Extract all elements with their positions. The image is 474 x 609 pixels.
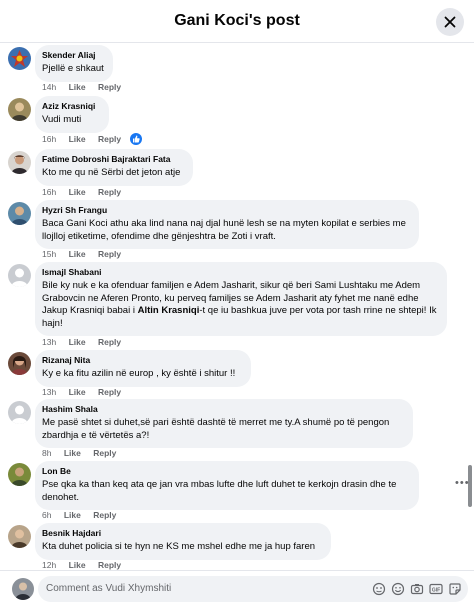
close-icon: [444, 16, 456, 28]
comment-bubble: Aziz Krasniqi Vudi muti: [35, 96, 109, 133]
like-button[interactable]: Like: [64, 448, 81, 458]
composer-tools: GIF: [372, 582, 462, 596]
comment-input-placeholder: Comment as Vudi Xhymshiti: [46, 583, 172, 594]
comment-actions: 13h Like Reply: [42, 337, 131, 347]
comment-actions: 16h Like Reply: [42, 187, 131, 197]
comment-time[interactable]: 14h: [42, 82, 56, 92]
comment-time[interactable]: 6h: [42, 510, 51, 520]
comment-author[interactable]: Hyzri Sh Frangu: [42, 205, 412, 216]
svg-text:GIF: GIF: [432, 588, 440, 594]
mention-link[interactable]: Altin Krasniqi: [138, 305, 200, 316]
post-title: Gani Koci's post: [174, 12, 300, 29]
comment-text: Pjellë e shkaut: [42, 63, 104, 74]
comment-text: Bile ky nuk e ka ofenduar familjen e Ade…: [42, 280, 440, 330]
comment-time[interactable]: 15h: [42, 249, 56, 259]
comment-list[interactable]: Skender Aliaj Pjellë e shkaut 14h Like R…: [0, 43, 474, 570]
comment-bubble: Ismajl Shabani Bile ky nuk e ka ofenduar…: [35, 262, 447, 336]
reply-button[interactable]: Reply: [98, 134, 121, 144]
reply-button[interactable]: Reply: [98, 82, 121, 92]
like-button[interactable]: Like: [69, 187, 86, 197]
comment-actions: 15h Like Reply: [42, 249, 131, 259]
comment-time[interactable]: 12h: [42, 560, 56, 570]
comment-text: Kta duhet policia si te hyn ne KS me msh…: [42, 541, 316, 552]
like-button[interactable]: Like: [64, 510, 81, 520]
comment-bubble: Besnik Hajdari Kta duhet policia si te h…: [35, 523, 331, 560]
like-reaction-badge[interactable]: [130, 133, 142, 145]
emoji-icon[interactable]: [391, 582, 405, 596]
comment-author[interactable]: Rizanaj Nita: [42, 355, 244, 366]
comment-time[interactable]: 16h: [42, 134, 56, 144]
like-button[interactable]: Like: [69, 82, 86, 92]
like-button[interactable]: Like: [69, 249, 86, 259]
like-button[interactable]: Like: [69, 560, 86, 570]
reply-button[interactable]: Reply: [93, 448, 116, 458]
comment-text: Kto me qu në Sërbi det jeton atje: [42, 167, 181, 178]
comment-bubble: Hyzri Sh Frangu Baca Gani Koci athu aka …: [35, 200, 419, 249]
comment-bubble: Lon Be Pse qka ka than keq ata qe jan vr…: [35, 461, 419, 510]
comment-actions: 12h Like Reply: [42, 560, 131, 570]
reply-button[interactable]: Reply: [98, 187, 121, 197]
comment-bubble: Skender Aliaj Pjellë e shkaut: [35, 45, 113, 82]
reply-button[interactable]: Reply: [98, 387, 121, 397]
comment-actions: 13h Like Reply: [42, 387, 131, 397]
comment-author[interactable]: Besnik Hajdari: [42, 528, 324, 539]
avatar[interactable]: [8, 463, 31, 486]
avatar[interactable]: [8, 401, 31, 424]
reply-button[interactable]: Reply: [98, 337, 121, 347]
reply-button[interactable]: Reply: [93, 510, 116, 520]
post-header: Gani Koci's post: [0, 0, 474, 43]
avatar[interactable]: [8, 525, 31, 548]
avatar[interactable]: [8, 352, 31, 375]
comment-author[interactable]: Skender Aliaj: [42, 50, 106, 61]
comment-author[interactable]: Ismajl Shabani: [42, 267, 440, 278]
avatar[interactable]: [8, 202, 31, 225]
comment-actions: 14h Like Reply: [42, 82, 131, 92]
reply-button[interactable]: Reply: [98, 560, 121, 570]
comment-text: Me pasë shtet si duhet,së pari është das…: [42, 417, 390, 441]
comment-bubble: Rizanaj Nita Ky e ka fitu azilin në euro…: [35, 350, 251, 387]
avatar-sticker-icon[interactable]: [372, 582, 386, 596]
comment-composer: Comment as Vudi Xhymshiti GIF: [0, 570, 474, 609]
sticker-icon[interactable]: [448, 582, 462, 596]
comment-text: Baca Gani Koci athu aka lind nana naj dj…: [42, 218, 406, 242]
comment-author[interactable]: Fatime Dobroshi Bajraktari Fata: [42, 154, 186, 165]
comment-actions: 6h Like Reply: [42, 510, 126, 520]
avatar[interactable]: [8, 98, 31, 121]
comment-text: Ky e ka fitu azilin në europ , ky është …: [42, 368, 236, 379]
comment-text: Vudi muti: [42, 114, 82, 125]
like-button[interactable]: Like: [69, 337, 86, 347]
avatar[interactable]: [8, 47, 31, 70]
comment-actions: 8h Like Reply: [42, 448, 126, 458]
like-button[interactable]: Like: [69, 387, 86, 397]
gif-icon[interactable]: GIF: [429, 582, 443, 596]
reply-button[interactable]: Reply: [98, 249, 121, 259]
comment-author[interactable]: Lon Be: [42, 466, 412, 477]
comment-input[interactable]: Comment as Vudi Xhymshiti GIF: [38, 576, 468, 602]
camera-icon[interactable]: [410, 582, 424, 596]
close-button[interactable]: [436, 8, 464, 36]
comment-time[interactable]: 13h: [42, 337, 56, 347]
comment-actions: 16h Like Reply: [42, 134, 131, 144]
avatar[interactable]: [8, 151, 31, 174]
comment-text: Pse qka ka than keq ata qe jan vra mbas …: [42, 479, 397, 503]
thumbs-up-icon: [133, 135, 140, 143]
comment-time[interactable]: 13h: [42, 387, 56, 397]
avatar[interactable]: [8, 264, 31, 287]
comment-time[interactable]: 8h: [42, 448, 51, 458]
comment-author[interactable]: Hashim Shala: [42, 404, 406, 415]
like-button[interactable]: Like: [69, 134, 86, 144]
comment-bubble: Fatime Dobroshi Bajraktari Fata Kto me q…: [35, 149, 193, 186]
more-options-icon[interactable]: •••: [455, 477, 470, 489]
user-avatar[interactable]: [12, 578, 34, 600]
comment-author[interactable]: Aziz Krasniqi: [42, 101, 102, 112]
comment-time[interactable]: 16h: [42, 187, 56, 197]
comment-bubble: Hashim Shala Me pasë shtet si duhet,së p…: [35, 399, 413, 448]
